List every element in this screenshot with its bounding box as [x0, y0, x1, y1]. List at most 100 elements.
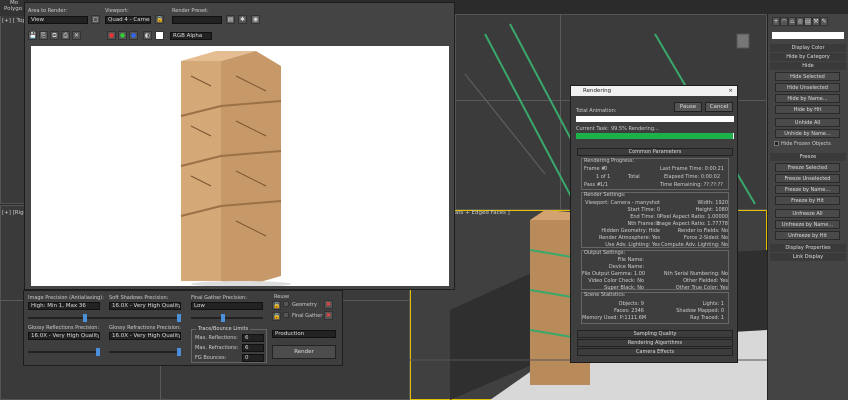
- display-tab-icon[interactable]: ▭: [804, 17, 812, 26]
- image-precision-value[interactable]: High: Min 1, Max 36: [28, 302, 100, 310]
- max-refractions-input[interactable]: 6: [242, 344, 264, 352]
- blue-channel-icon[interactable]: ●: [129, 31, 138, 40]
- red-channel-icon[interactable]: ●: [107, 31, 116, 40]
- hide-by-name-button[interactable]: Hide by Name...: [775, 94, 840, 103]
- unfreeze-by-hit-button[interactable]: Unfreeze by Hit: [775, 231, 840, 240]
- frame-label: Frame #: [584, 166, 606, 172]
- unhide-all-button[interactable]: Unhide All: [775, 118, 840, 127]
- alpha-channel-icon[interactable]: ◐: [143, 31, 152, 40]
- soft-shadows-slider[interactable]: [109, 314, 181, 322]
- slider-knob[interactable]: [221, 314, 225, 322]
- clone-window-icon[interactable]: ⧉: [50, 31, 59, 40]
- max-refractions-label: Max. Refractions:: [195, 345, 239, 351]
- stat-line: Other Fielded: Yes: [683, 278, 728, 284]
- display-color-rollout[interactable]: Display Color: [770, 44, 846, 52]
- stat-line: Nth Serial Numbering: No: [663, 271, 728, 277]
- render-preset-select[interactable]: [172, 16, 222, 24]
- hide-rollout[interactable]: Hide: [770, 62, 846, 70]
- lock-icon[interactable]: 🔒: [155, 15, 164, 24]
- soft-shadows-value[interactable]: 16.0X - Very High Quality: [109, 302, 181, 310]
- sampling-quality-rollout[interactable]: Sampling Quality: [577, 330, 733, 338]
- close-icon[interactable]: ×: [728, 86, 733, 96]
- rendering-dialog[interactable]: Rendering × Pause Cancel Total Animation…: [570, 85, 738, 363]
- display-properties-rollout[interactable]: Display Properties: [770, 244, 846, 252]
- glossy-reflections-value[interactable]: 16.0X - Very High Quality: [28, 332, 100, 340]
- print-icon[interactable]: ⎙: [61, 31, 70, 40]
- common-parameters-rollout[interactable]: Common Parameters: [577, 148, 733, 156]
- camera-effects-rollout[interactable]: Camera Effects: [577, 348, 733, 356]
- slider-knob[interactable]: [177, 348, 181, 356]
- final-gather-check-label: Final Gather: [292, 313, 323, 319]
- slider-knob[interactable]: [96, 348, 100, 356]
- environment-icon[interactable]: ✱: [238, 15, 247, 24]
- viewport-select[interactable]: Quad 4 - Camera: [105, 16, 151, 24]
- glossy-reflections-slider[interactable]: [28, 348, 100, 356]
- current-task-bar: [576, 133, 734, 139]
- final-gather-slider[interactable]: [191, 314, 263, 322]
- pass-value: 1/1: [600, 182, 609, 188]
- stat-line: Memory Used: P:1111.6M: [582, 315, 647, 321]
- area-to-render-select[interactable]: View: [28, 16, 88, 24]
- clear-geometry-icon[interactable]: ✖: [324, 300, 333, 309]
- create-tab-icon[interactable]: +: [772, 17, 780, 26]
- hide-by-hit-button[interactable]: Hide by Hit: [775, 105, 840, 114]
- save-image-icon[interactable]: 💾: [28, 31, 37, 40]
- cancel-button[interactable]: Cancel: [705, 102, 733, 112]
- motion-tab-icon[interactable]: ◎: [796, 17, 804, 26]
- render-icon[interactable]: ◉: [251, 15, 260, 24]
- pause-button[interactable]: Pause: [674, 102, 702, 112]
- trace-bounce-title: Trace/Bounce Limits: [196, 326, 251, 332]
- link-display-rollout[interactable]: Link Display: [770, 253, 846, 261]
- max-reflections-input[interactable]: 6: [242, 334, 264, 342]
- hide-selected-button[interactable]: Hide Selected: [775, 72, 840, 81]
- render-button[interactable]: Render: [272, 345, 336, 359]
- mono-icon[interactable]: [155, 31, 164, 40]
- rendering-algorithms-rollout[interactable]: Rendering Algorithms: [577, 339, 733, 347]
- freeze-selected-button[interactable]: Freeze Selected: [775, 163, 840, 172]
- clear-final-gather-icon[interactable]: ✖: [324, 311, 333, 320]
- utilities-tab-icon[interactable]: ⚒: [812, 17, 820, 26]
- copy-image-icon[interactable]: ⎘: [39, 31, 48, 40]
- hierarchy-tab-icon[interactable]: ⌂: [788, 17, 796, 26]
- hide-by-category-rollout[interactable]: Hide by Category: [770, 53, 846, 61]
- freeze-rollout[interactable]: Freeze: [770, 153, 846, 161]
- fg-bounces-input[interactable]: 0: [242, 354, 264, 362]
- freeze-by-name-button[interactable]: Freeze by Name...: [775, 185, 840, 194]
- lock-icon[interactable]: 🔒: [272, 312, 281, 321]
- output-settings-section: Output Settings: File Name: Device Name: F…: [581, 250, 729, 291]
- scene-statistics-heading: Scene Statistics:: [584, 292, 626, 298]
- render-settings-heading: Render Settings:: [584, 192, 626, 198]
- area-to-render-label: Area to Render:: [28, 8, 68, 14]
- hide-frozen-checkbox[interactable]: [774, 141, 779, 146]
- stat-line: Lights: 1: [702, 301, 724, 307]
- rendered-frame-window[interactable]: Area to Render: View ▢ Viewport: Quad 4 …: [24, 2, 455, 290]
- production-select[interactable]: Production: [272, 330, 336, 338]
- slider-knob[interactable]: [177, 314, 181, 322]
- green-channel-icon[interactable]: ●: [118, 31, 127, 40]
- hide-unselected-button[interactable]: Hide Unselected: [775, 83, 840, 92]
- freeze-by-hit-button[interactable]: Freeze by Hit: [775, 196, 840, 205]
- command-search-input[interactable]: [772, 32, 844, 39]
- freeze-unselected-button[interactable]: Freeze Unselected: [775, 174, 840, 183]
- render-setup-icon[interactable]: ▤: [226, 15, 235, 24]
- lock-icon[interactable]: 🔒: [272, 301, 281, 310]
- glossy-refractions-value[interactable]: 16.0X - Very High Quality: [109, 332, 181, 340]
- unfreeze-all-button[interactable]: Unfreeze All: [775, 209, 840, 218]
- final-gather-value[interactable]: Low: [191, 302, 263, 310]
- geometry-checkbox[interactable]: [283, 301, 289, 307]
- channel-select[interactable]: RGB Alpha: [170, 32, 212, 40]
- unfreeze-by-name-button[interactable]: Unfreeze by Name...: [775, 220, 840, 229]
- modify-tab-icon[interactable]: ◠: [780, 17, 788, 26]
- extra-tab-icon[interactable]: ✎: [820, 17, 828, 26]
- image-precision-slider[interactable]: [28, 314, 110, 322]
- unhide-by-name-button[interactable]: Unhide by Name...: [775, 129, 840, 138]
- region-icon[interactable]: ▢: [91, 15, 100, 24]
- rendering-title: Rendering: [583, 88, 612, 94]
- final-gather-checkbox[interactable]: [283, 312, 289, 318]
- clear-icon[interactable]: ✕: [72, 31, 81, 40]
- menu-sub-label[interactable]: Polygo: [0, 6, 24, 12]
- slider-knob[interactable]: [83, 314, 87, 322]
- stat-line: File Name:: [617, 257, 644, 263]
- glossy-refractions-slider[interactable]: [109, 348, 181, 356]
- render-controls-panel[interactable]: Image Precision (Antialiasing): High: Mi…: [23, 290, 343, 366]
